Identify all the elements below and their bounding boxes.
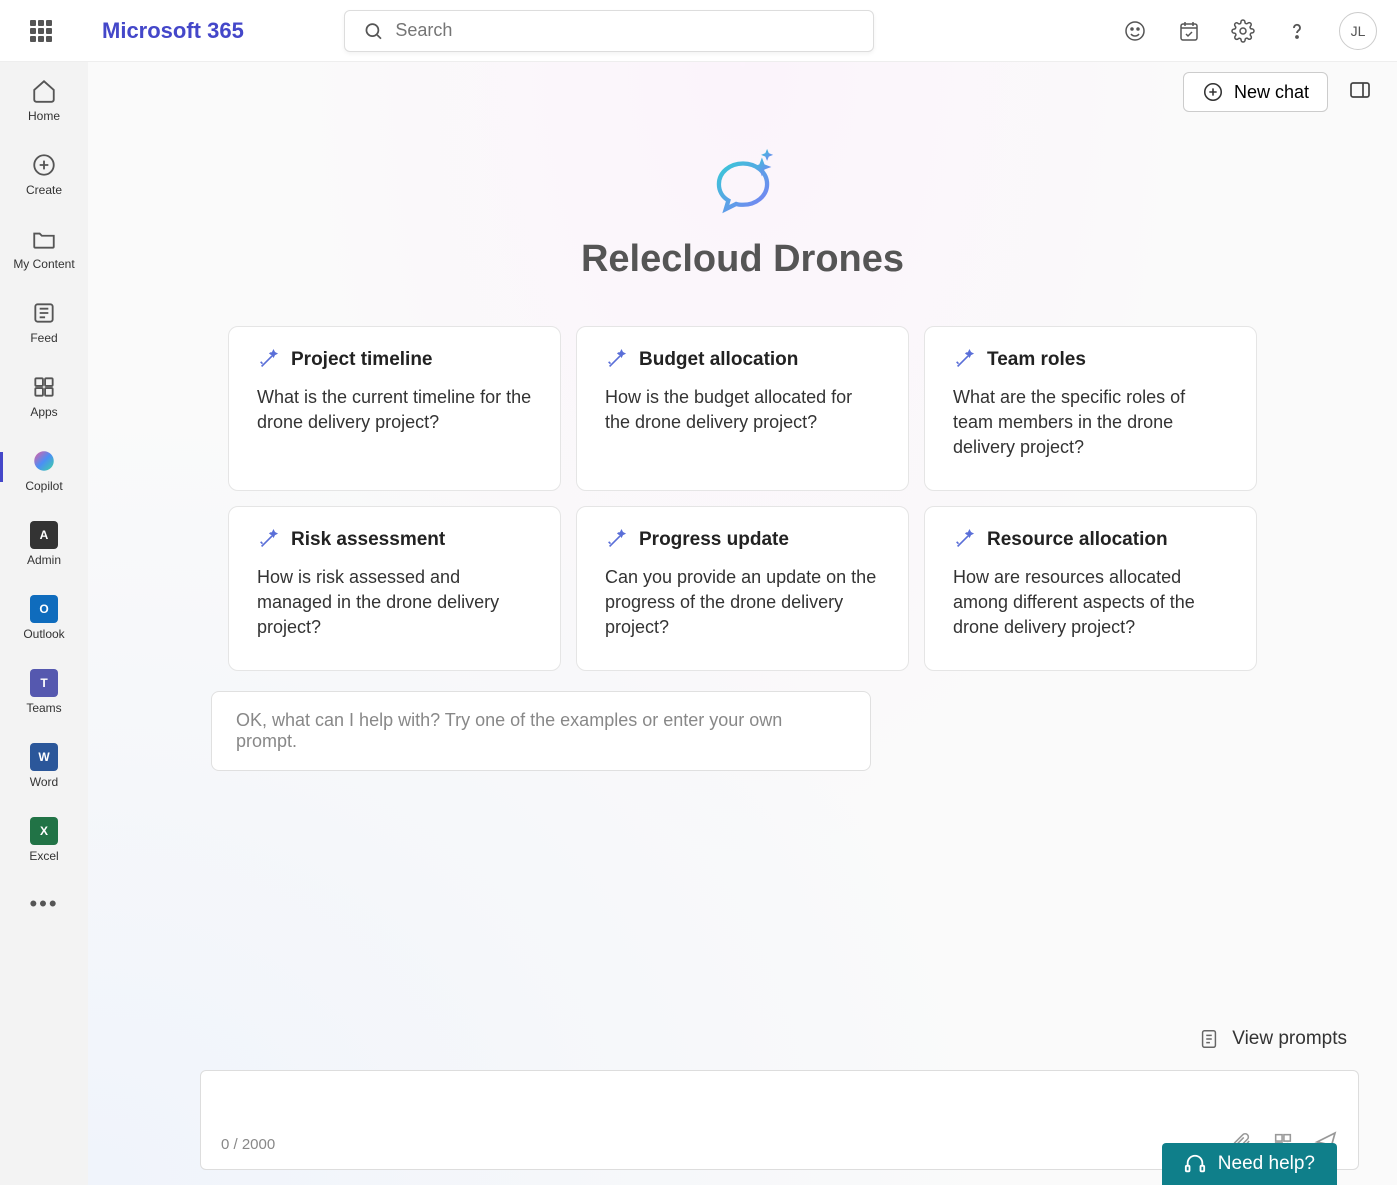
card-header: Project timeline xyxy=(257,349,532,371)
content-area: Relecloud Drones Project timeline What i… xyxy=(88,62,1397,1185)
page-title: Relecloud Drones xyxy=(581,238,904,281)
sidebar-item-mycontent[interactable]: My Content xyxy=(0,225,88,271)
sidebar-item-word[interactable]: W Word xyxy=(0,743,88,789)
apps-icon xyxy=(30,373,58,401)
sidebar-item-label: Word xyxy=(30,775,58,789)
prompt-card-risk-assessment[interactable]: Risk assessment How is risk assessed and… xyxy=(228,506,561,671)
sidebar-item-label: Create xyxy=(26,183,62,197)
prompt-card-budget-allocation[interactable]: Budget allocation How is the budget allo… xyxy=(576,326,909,491)
app-launcher-icon[interactable] xyxy=(20,10,62,52)
card-body: What are the specific roles of team memb… xyxy=(953,385,1228,461)
sidebar-item-label: My Content xyxy=(13,257,74,271)
sidebar-item-apps[interactable]: Apps xyxy=(0,373,88,419)
sidebar-item-label: Excel xyxy=(29,849,58,863)
card-header: Team roles xyxy=(953,349,1228,371)
card-header: Resource allocation xyxy=(953,529,1228,551)
copilot-chat-icon xyxy=(700,142,786,228)
need-help-label: Need help? xyxy=(1218,1153,1315,1175)
top-actions: New chat xyxy=(1183,72,1372,112)
sidebar-item-label: Outlook xyxy=(23,627,64,641)
sidebar: Home Create My Content Feed Apps Copilot… xyxy=(0,62,88,1185)
prompt-card-team-roles[interactable]: Team roles What are the specific roles o… xyxy=(924,326,1257,491)
sidebar-item-label: Home xyxy=(28,109,60,123)
sidebar-item-more[interactable]: ••• xyxy=(0,891,88,917)
excel-icon: X xyxy=(30,817,58,845)
card-body: How are resources allocated among differ… xyxy=(953,565,1228,641)
sidebar-item-label: Admin xyxy=(27,553,61,567)
sidebar-item-copilot[interactable]: Copilot xyxy=(0,447,88,493)
card-body: Can you provide an update on the progres… xyxy=(605,565,880,641)
sidebar-item-excel[interactable]: X Excel xyxy=(0,817,88,863)
teams-icon: T xyxy=(30,669,58,697)
card-title: Risk assessment xyxy=(291,529,445,551)
sidebar-item-home[interactable]: Home xyxy=(0,77,88,123)
wand-icon xyxy=(605,529,627,551)
brand-label: Microsoft 365 xyxy=(102,18,244,44)
emoji-icon[interactable] xyxy=(1123,19,1147,43)
headset-icon xyxy=(1184,1153,1206,1175)
outlook-icon: O xyxy=(30,595,58,623)
header-actions: JL xyxy=(1123,12,1377,50)
help-icon[interactable] xyxy=(1285,19,1309,43)
card-title: Project timeline xyxy=(291,349,433,371)
prompt-card-progress-update[interactable]: Progress update Can you provide an updat… xyxy=(576,506,909,671)
panel-toggle-icon[interactable] xyxy=(1348,78,1372,107)
sidebar-item-outlook[interactable]: O Outlook xyxy=(0,595,88,641)
card-body: How is the budget allocated for the dron… xyxy=(605,385,880,435)
prompt-cards-grid: Project timeline What is the current tim… xyxy=(228,326,1257,671)
prompt-card-resource-allocation[interactable]: Resource allocation How are resources al… xyxy=(924,506,1257,671)
wand-icon xyxy=(605,349,627,371)
user-avatar[interactable]: JL xyxy=(1339,12,1377,50)
sidebar-item-label: Feed xyxy=(30,331,57,345)
new-chat-label: New chat xyxy=(1234,82,1309,103)
home-icon xyxy=(30,77,58,105)
admin-icon: A xyxy=(30,521,58,549)
card-title: Team roles xyxy=(987,349,1086,371)
card-title: Progress update xyxy=(639,529,789,551)
word-icon: W xyxy=(30,743,58,771)
calendar-icon[interactable] xyxy=(1177,19,1201,43)
wand-icon xyxy=(257,529,279,551)
sidebar-item-create[interactable]: Create xyxy=(0,151,88,197)
feed-icon xyxy=(30,299,58,327)
card-title: Resource allocation xyxy=(987,529,1168,551)
folder-icon xyxy=(30,225,58,253)
sidebar-item-label: Copilot xyxy=(25,479,62,493)
need-help-button[interactable]: Need help? xyxy=(1162,1143,1337,1185)
settings-icon[interactable] xyxy=(1231,19,1255,43)
helper-text-bar: OK, what can I help with? Try one of the… xyxy=(211,691,871,771)
sidebar-item-label: Apps xyxy=(30,405,57,419)
main-content: New chat Relecloud Drones Project timeli… xyxy=(88,62,1397,1185)
sidebar-item-teams[interactable]: T Teams xyxy=(0,669,88,715)
card-body: What is the current timeline for the dro… xyxy=(257,385,532,435)
more-icon: ••• xyxy=(29,891,58,917)
card-header: Progress update xyxy=(605,529,880,551)
card-title: Budget allocation xyxy=(639,349,798,371)
sidebar-item-label: Teams xyxy=(26,701,61,715)
sidebar-item-feed[interactable]: Feed xyxy=(0,299,88,345)
wand-icon xyxy=(257,349,279,371)
card-header: Budget allocation xyxy=(605,349,880,371)
search-icon xyxy=(363,20,384,42)
search-box[interactable] xyxy=(344,10,874,52)
search-input[interactable] xyxy=(395,20,854,41)
new-chat-icon xyxy=(1202,81,1224,103)
new-chat-button[interactable]: New chat xyxy=(1183,72,1328,112)
wand-icon xyxy=(953,529,975,551)
prompt-card-project-timeline[interactable]: Project timeline What is the current tim… xyxy=(228,326,561,491)
card-header: Risk assessment xyxy=(257,529,532,551)
wand-icon xyxy=(953,349,975,371)
card-body: How is risk assessed and managed in the … xyxy=(257,565,532,641)
create-icon xyxy=(30,151,58,179)
copilot-icon xyxy=(30,447,58,475)
sidebar-item-admin[interactable]: A Admin xyxy=(0,521,88,567)
header-bar: Microsoft 365 JL xyxy=(0,0,1397,62)
